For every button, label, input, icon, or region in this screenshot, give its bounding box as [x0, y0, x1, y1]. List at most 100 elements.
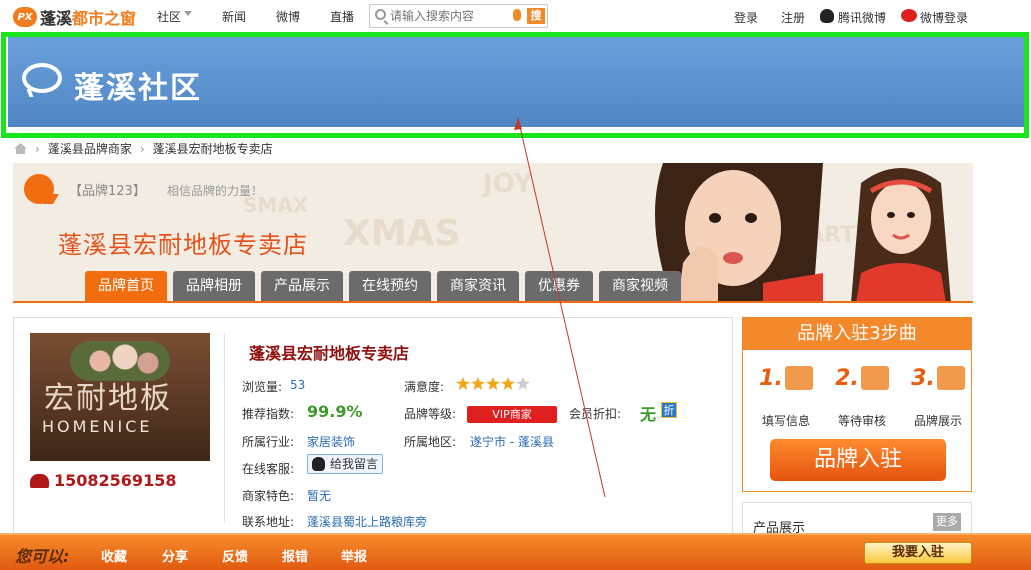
favorite-link[interactable]: 收藏	[101, 546, 127, 565]
tab-coupons[interactable]: 优惠券	[525, 271, 593, 301]
address-label: 联系地址:	[242, 515, 295, 529]
tab-products[interactable]: 产品展示	[261, 271, 343, 301]
model-photo-2	[851, 168, 951, 303]
brand-chat-icon	[24, 174, 54, 204]
join-button[interactable]: 我要入驻	[864, 542, 972, 564]
brand-shop-title: 蓬溪县宏耐地板专卖店	[58, 231, 308, 259]
steps-title: 品牌入驻3步曲	[743, 318, 971, 350]
shop-name: 蓬溪县宏耐地板专卖店	[249, 344, 410, 363]
tencent-weibo-link[interactable]: 腾讯微博	[838, 9, 886, 26]
step-label: 品牌展示	[913, 414, 962, 428]
brand-join-steps: 品牌入驻3步曲 1. 填写信息 2. 等待审核 3. 品牌展示 品牌入驻	[742, 317, 972, 492]
cart-icon	[936, 366, 965, 390]
region-label: 所属地区:	[404, 435, 457, 449]
views-value: 53	[290, 378, 306, 392]
leave-message-button[interactable]: 给我留言	[307, 454, 383, 474]
divider	[224, 333, 225, 523]
vip-badge: VIP商家	[467, 406, 557, 423]
discount-badge: 折	[661, 402, 677, 418]
chevron-right-icon: ›	[139, 141, 145, 156]
star-icon	[501, 377, 515, 390]
photo-brand-en: HOMENICE	[42, 417, 153, 436]
step-number: 1.	[759, 366, 783, 391]
bg-word: JOY	[483, 169, 533, 199]
register-link[interactable]: 注册	[781, 9, 805, 26]
shop-info-panel: 宏耐地板 HOMENICE 15082569158 蓬溪县宏耐地板专卖店 浏览量…	[13, 317, 733, 537]
breadcrumb: › 蓬溪县品牌商家 › 蓬溪县宏耐地板专卖店	[14, 140, 273, 157]
step-1: 1. 填写信息	[751, 366, 821, 428]
highlight-box	[1, 32, 1029, 138]
phone-icon	[30, 473, 49, 488]
step-label: 填写信息	[761, 414, 810, 428]
star-icon	[516, 377, 530, 390]
step-number: 3.	[911, 366, 935, 391]
breadcrumb-brand-merchants[interactable]: 蓬溪县品牌商家	[48, 140, 132, 157]
logo-text-2: 都市之窗	[72, 9, 137, 28]
nav-item-live[interactable]: 直播	[330, 8, 354, 25]
brand-join-button[interactable]: 品牌入驻	[770, 439, 946, 481]
service-label: 在线客服:	[242, 462, 295, 476]
weibo-login-link[interactable]: 微博登录	[920, 9, 968, 26]
search-input[interactable]	[390, 8, 510, 24]
report-error-link[interactable]: 报错	[282, 546, 308, 565]
more-button[interactable]: 更多	[933, 513, 961, 531]
tab-merchant-video[interactable]: 商家视频	[599, 271, 681, 301]
login-link[interactable]: 登录	[734, 9, 758, 26]
discount-value: 无	[640, 405, 657, 424]
bg-word: XMAS	[343, 213, 461, 254]
qq-penguin-icon	[820, 9, 834, 23]
shop-photo[interactable]: 宏耐地板 HOMENICE	[30, 333, 210, 461]
chevron-down-icon	[184, 11, 192, 16]
photo-brand-cn: 宏耐地板	[44, 381, 172, 416]
step-label: 等待审核	[837, 414, 886, 428]
report-abuse-link[interactable]: 举报	[341, 546, 367, 565]
step-3: 3. 品牌展示	[903, 366, 973, 428]
feature-value: 暂无	[307, 489, 332, 503]
review-icon	[860, 366, 889, 390]
views-label: 浏览量:	[242, 380, 283, 394]
level-label: 品牌等级:	[404, 407, 457, 421]
tab-merchant-news[interactable]: 商家资讯	[437, 271, 519, 301]
form-icon	[784, 366, 813, 390]
breadcrumb-current-shop[interactable]: 蓬溪县宏耐地板专卖店	[153, 140, 273, 157]
star-icon	[471, 377, 485, 390]
industry-label: 所属行业:	[242, 435, 295, 449]
industry-value[interactable]: 家居装饰	[307, 433, 355, 450]
feedback-link[interactable]: 反馈	[222, 546, 248, 565]
search-button[interactable]: 搜	[527, 8, 545, 24]
phone-number: 15082569158	[54, 471, 177, 490]
microphone-icon[interactable]	[513, 9, 521, 21]
logo-mark: PX	[13, 7, 37, 27]
recommend-label: 推荐指数:	[242, 407, 295, 421]
logo-text-1: 蓬溪	[40, 9, 73, 28]
bottom-action-bar: 您可以: 收藏 分享 反馈 报错 举报 我要入驻	[0, 533, 1031, 570]
recommend-value: 99.9%	[307, 402, 363, 421]
search-icon	[375, 9, 386, 20]
home-icon[interactable]	[14, 143, 27, 154]
brand-header: XMAS JOY PARTY SMAX 【品牌123】 相信品牌的力量！ 蓬溪县…	[13, 163, 973, 303]
sina-weibo-icon	[901, 9, 917, 22]
chevron-right-icon: ›	[35, 141, 40, 156]
region-value[interactable]: 遂宁市 - 蓬溪县	[470, 433, 554, 450]
tab-brand-album[interactable]: 品牌相册	[173, 271, 255, 301]
nav-item-news[interactable]: 新闻	[222, 8, 246, 25]
share-link[interactable]: 分享	[162, 546, 188, 565]
nav-item-community[interactable]: 社区	[157, 8, 181, 25]
shop-phone: 15082569158	[30, 471, 176, 490]
feature-label: 商家特色:	[242, 489, 295, 503]
step-2: 2. 等待审核	[827, 366, 897, 428]
satisfaction-stars	[456, 377, 531, 393]
step-number: 2.	[835, 366, 859, 391]
site-logo[interactable]: PX 蓬溪 都市之窗	[13, 5, 136, 29]
star-icon	[486, 377, 500, 390]
tab-brand-home[interactable]: 品牌首页	[85, 271, 167, 301]
brand123-label: 【品牌123】	[69, 184, 146, 199]
you-can-label: 您可以:	[15, 547, 70, 566]
address-value: 蓬溪县蜀北上路粮库旁	[307, 515, 428, 529]
tab-online-booking[interactable]: 在线预约	[349, 271, 431, 301]
discount-label: 会员折扣:	[569, 407, 622, 421]
brand-tabs: 品牌首页 品牌相册 产品展示 在线预约 商家资讯 优惠券 商家视频	[85, 271, 681, 301]
satisfaction-label: 满意度:	[404, 380, 445, 394]
brand-slogan: 相信品牌的力量！	[167, 184, 264, 198]
nav-item-weibo[interactable]: 微博	[276, 8, 300, 25]
